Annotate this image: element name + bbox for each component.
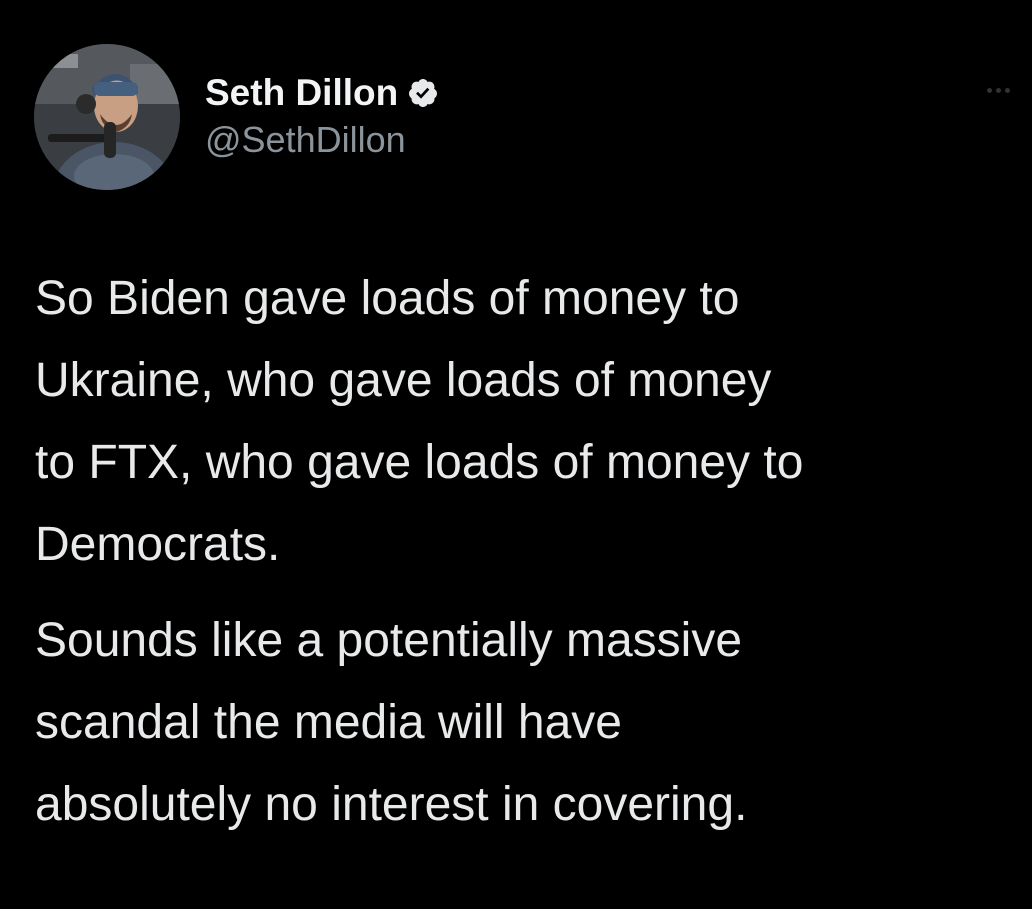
tweet-header: Seth Dillon @SethDillon	[34, 44, 994, 192]
display-name-row: Seth Dillon	[205, 70, 439, 116]
author-handle[interactable]: @SethDillon	[205, 119, 439, 161]
more-dot	[995, 87, 1001, 93]
more-dot	[1004, 87, 1010, 93]
tweet-paragraph: So Biden gave loads of money to Ukraine,…	[35, 272, 804, 571]
more-dot	[986, 87, 992, 93]
tweet-text: So Biden gave loads of money to Ukraine,…	[35, 258, 1010, 846]
tweet-paragraph: Sounds like a potentially massive scanda…	[35, 614, 748, 831]
verified-badge-icon	[407, 77, 439, 109]
display-name[interactable]: Seth Dillon	[205, 72, 398, 114]
author-names: Seth Dillon @SethDillon	[205, 70, 439, 161]
tweet: Seth Dillon @SethDillon So Biden gave lo…	[0, 0, 1032, 909]
avatar[interactable]	[34, 44, 180, 190]
more-dots-icon[interactable]	[978, 80, 1018, 100]
avatar-photo	[34, 44, 180, 190]
